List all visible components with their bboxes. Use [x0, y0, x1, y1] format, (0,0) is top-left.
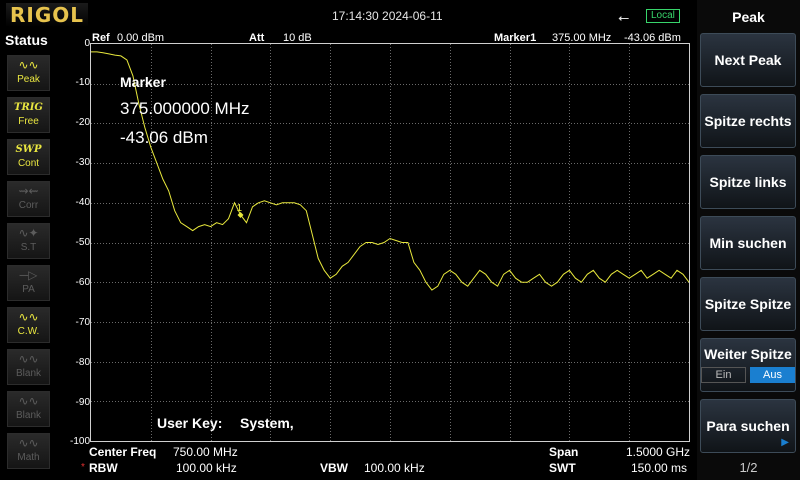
status-sweep[interactable]: SWP Cont — [7, 139, 50, 175]
rbw-label: RBW — [89, 461, 118, 475]
swt-value[interactable]: 150.00 ms — [631, 461, 687, 475]
status-label: C.W. — [17, 326, 40, 337]
status-title: Status — [5, 32, 48, 48]
rbw-manual-indicator: * — [81, 462, 85, 473]
swt-label: SWT — [549, 461, 576, 475]
trigger-icon: TRIG — [14, 102, 43, 113]
user-key-label: User Key: — [157, 415, 223, 431]
marker-readout: Marker 375.000000 MHz -43.06 dBm — [120, 74, 249, 148]
trace-cw-icon: ∿∿ — [18, 310, 39, 324]
remote-status-badge: Local — [646, 9, 680, 23]
peak-right-button[interactable]: Spitze rechts — [700, 94, 796, 148]
vbw-label: VBW — [320, 461, 348, 475]
marker-readout-frequency: 375.000000 MHz — [120, 99, 250, 118]
status-label: Math — [17, 452, 40, 463]
toggle-option-off[interactable]: Aus — [750, 367, 795, 383]
y-tick: -100 — [69, 436, 90, 447]
span-value[interactable]: 1.5000 GHz — [626, 445, 690, 459]
toggle-option-on[interactable]: Ein — [701, 367, 746, 383]
status-trace-2[interactable]: ∿∿ Blank — [7, 349, 50, 385]
trace-blank-icon: ∿∿ — [18, 394, 39, 408]
y-tick: 0 — [84, 38, 90, 49]
user-key-value: System, — [240, 415, 294, 431]
continuous-peak-label: Weiter Spitze — [704, 346, 792, 362]
usb-icon: ⭠ — [618, 9, 630, 25]
status-correction[interactable]: ⇝⇜ Corr — [7, 181, 50, 217]
menu-page-indicator: 1/2 — [739, 460, 758, 475]
status-trace-math[interactable]: ∿∿ Math — [7, 433, 50, 469]
next-peak-button[interactable]: Next Peak — [700, 33, 796, 87]
marker-readout-title: Marker — [120, 74, 166, 90]
preamp-icon: ─▷ — [19, 268, 38, 282]
trace-math-icon: ∿∿ — [18, 436, 39, 450]
signal-track-icon: ∿✦ — [18, 226, 39, 240]
status-trace-1[interactable]: ∿∿ C.W. — [7, 307, 50, 343]
toggle-options: Ein Aus — [701, 367, 795, 383]
datetime-display: 17:14:30 2024-06-11 — [332, 9, 443, 23]
status-label: Cont — [17, 158, 40, 169]
trace-blank-icon: ∿∿ — [18, 352, 39, 366]
status-label: Blank — [15, 368, 41, 379]
status-preamp[interactable]: ─▷ PA — [7, 265, 50, 301]
status-label: Peak — [17, 74, 40, 85]
correction-icon: ⇝⇜ — [18, 184, 39, 198]
status-label: Blank — [15, 410, 41, 421]
center-freq-label: Center Freq — [89, 445, 157, 459]
y-tick: -50 — [75, 237, 90, 248]
peak-left-button[interactable]: Spitze links — [700, 155, 796, 209]
status-detector-peak[interactable]: ∿∿ Peak — [7, 55, 50, 91]
status-label: S.T — [20, 242, 37, 253]
submenu-arrow-icon: ▶ — [781, 437, 789, 448]
search-param-label: Para suchen — [706, 418, 790, 434]
continuous-peak-toggle[interactable]: Weiter Spitze Ein Aus — [700, 338, 796, 392]
status-signal-track[interactable]: ∿✦ S.T — [7, 223, 50, 259]
span-label: Span — [549, 445, 579, 459]
center-freq-value[interactable]: 750.00 MHz — [173, 445, 238, 459]
y-tick: -70 — [75, 317, 90, 328]
y-tick: -90 — [75, 397, 90, 408]
y-tick: -60 — [75, 277, 90, 288]
brand-logo: RIGOL — [6, 3, 89, 27]
status-label: Corr — [18, 200, 39, 211]
status-label: PA — [22, 284, 35, 295]
vbw-value[interactable]: 100.00 kHz — [364, 461, 425, 475]
y-tick: -10 — [75, 77, 90, 88]
menu-title: Peak — [732, 9, 765, 25]
sweep-icon: SWP — [15, 144, 42, 155]
search-param-button[interactable]: Para suchen ▶ — [700, 399, 796, 453]
status-label: Free — [18, 116, 39, 127]
status-trace-3[interactable]: ∿∿ Blank — [7, 391, 50, 427]
y-tick: -80 — [75, 357, 90, 368]
peak-detector-icon: ∿∿ — [18, 58, 39, 72]
status-trigger[interactable]: TRIG Free — [7, 97, 50, 133]
rbw-value[interactable]: 100.00 kHz — [176, 461, 237, 475]
min-search-button[interactable]: Min suchen — [700, 216, 796, 270]
y-tick: -40 — [75, 197, 90, 208]
y-tick: -20 — [75, 117, 90, 128]
peak-peak-button[interactable]: Spitze Spitze — [700, 277, 796, 331]
marker-readout-amplitude: -43.06 dBm — [120, 128, 208, 147]
y-tick: -30 — [75, 157, 90, 168]
marker-1-label: 1 — [237, 203, 243, 214]
